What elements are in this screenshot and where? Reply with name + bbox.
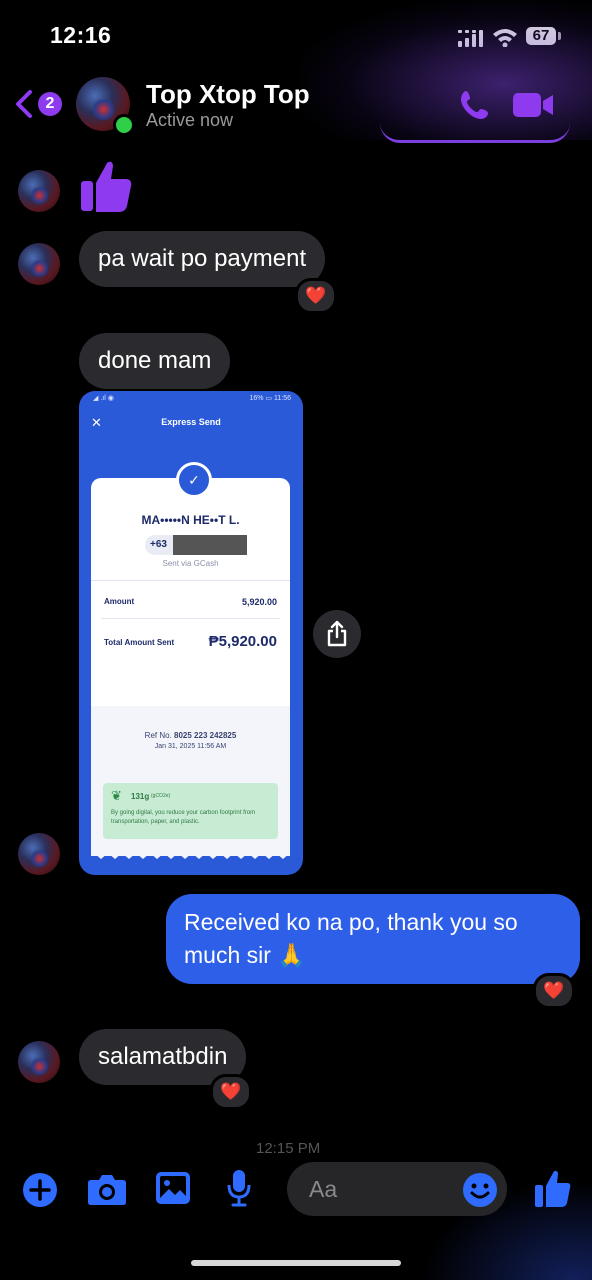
redacted-phone	[173, 535, 247, 555]
heart-reaction-badge[interactable]: ❤️	[210, 1074, 252, 1110]
video-call-icon[interactable]	[512, 90, 554, 120]
phone-prefix: +63	[150, 539, 167, 550]
total-label: Total Amount Sent	[104, 638, 175, 647]
message-text: Received ko na po, thank you so much sir…	[184, 909, 518, 968]
total-value: ₱5,920.00	[208, 633, 277, 650]
message-text: salamatbdin	[98, 1043, 228, 1070]
receipt-status-left: ◢ .ıl ◉	[93, 395, 114, 402]
contact-name[interactable]: Top Xtop Top	[146, 79, 310, 110]
sender-avatar[interactable]	[18, 1041, 60, 1083]
incoming-message-bubble[interactable]: done mam	[79, 333, 231, 389]
microphone-icon[interactable]	[226, 1168, 252, 1208]
carbon-unit: (gCO2e)	[151, 793, 171, 799]
phone-chip: +63	[145, 535, 247, 555]
divider	[101, 618, 280, 619]
share-button[interactable]	[313, 610, 361, 658]
unread-badge[interactable]: 2	[38, 92, 62, 116]
ref-label: Ref No.	[144, 731, 172, 740]
plus-icon[interactable]	[22, 1172, 58, 1208]
back-chevron-icon[interactable]	[12, 88, 36, 120]
thumbs-up-icon[interactable]	[534, 1168, 572, 1208]
sender-avatar[interactable]	[18, 170, 60, 212]
reference: Ref No. 8025 223 242825	[91, 731, 290, 740]
carbon-value: 131g	[131, 792, 150, 801]
status-time: 12:16	[50, 22, 112, 48]
leaf-icon: ❦	[111, 788, 122, 803]
recipient-name: MA•••••N HE••T L.	[141, 513, 240, 527]
emoji-icon[interactable]	[462, 1172, 498, 1208]
payment-receipt-image[interactable]: ◢ .ıl ◉ 16% ▭ 11:56 ✕ Express Send MA•••…	[79, 391, 303, 875]
check-icon: ✓	[176, 462, 212, 498]
sender-avatar[interactable]	[18, 243, 60, 285]
receipt-status-right: 16% ▭ 11:56	[249, 395, 291, 402]
heart-reaction-badge[interactable]: ❤️	[533, 973, 575, 1009]
carbon-box: ❦ 131g (gCO2e) By going digital, you red…	[103, 783, 278, 839]
receipt-date: Jan 31, 2025 11:56 AM	[154, 743, 227, 750]
ref-value: 8025 223 242825	[174, 731, 237, 740]
message-text: pa wait po payment	[98, 245, 307, 272]
receipt-status-bar: ◢ .ıl ◉ 16% ▭ 11:56	[79, 391, 303, 405]
share-icon	[327, 620, 347, 647]
phone-call-icon[interactable]	[458, 88, 492, 122]
incoming-message-bubble[interactable]: pa wait po payment	[79, 231, 326, 287]
amount-value: 5,920.00	[241, 597, 277, 607]
contact-status: Active now	[146, 110, 234, 130]
home-indicator	[191, 1260, 401, 1266]
message-text: done mam	[98, 347, 212, 374]
heart-reaction-badge[interactable]: ❤️	[295, 278, 337, 314]
receipt-card: MA•••••N HE••T L. +63 Sent via GCash Amo…	[91, 478, 290, 856]
divider	[91, 580, 290, 581]
carbon-text: By going digital, you reduce your carbon…	[111, 810, 256, 825]
online-indicator	[113, 114, 135, 136]
amount-label: Amount	[104, 597, 135, 606]
receipt-zigzag-edge	[91, 851, 290, 859]
thumbs-up-sticker-icon[interactable]	[79, 157, 133, 213]
sent-via: Sent via GCash	[162, 559, 219, 568]
message-input-placeholder: Aa	[309, 1176, 338, 1202]
outgoing-message-bubble[interactable]: Received ko na po, thank you so much sir…	[166, 894, 580, 984]
gallery-icon[interactable]	[155, 1171, 191, 1205]
sender-avatar[interactable]	[18, 833, 60, 875]
timestamp: 12:15 PM	[256, 1140, 321, 1154]
receipt-title: Express Send	[161, 417, 221, 427]
camera-icon[interactable]	[87, 1172, 127, 1206]
